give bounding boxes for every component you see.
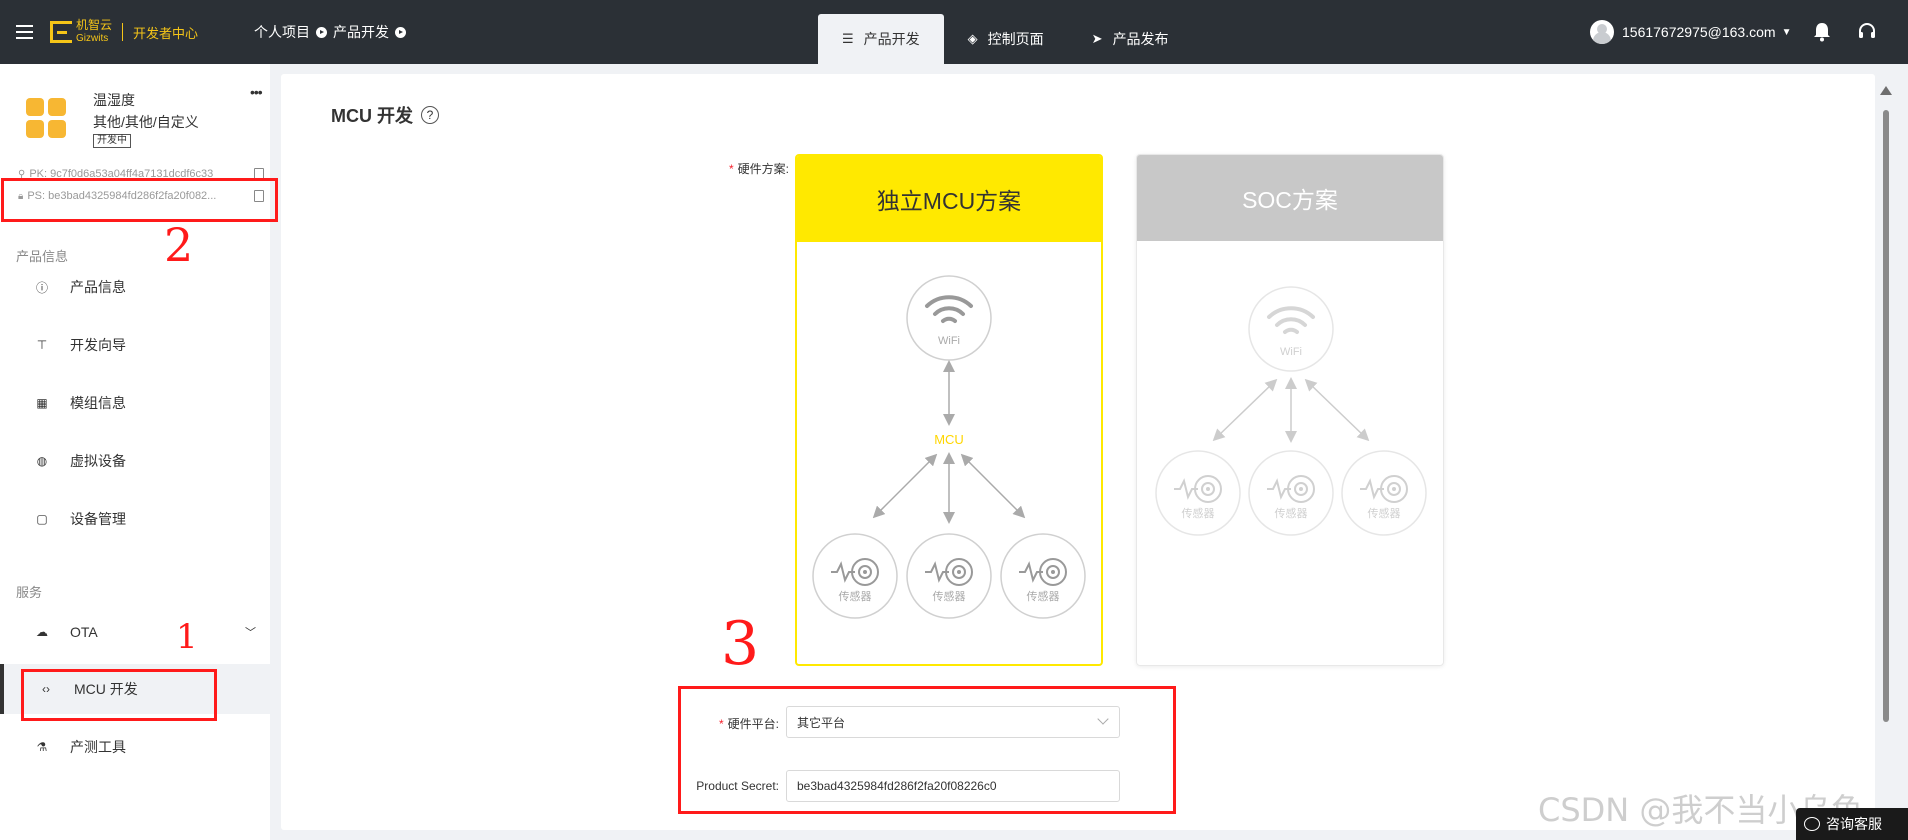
sensor-node: 传感器 — [1000, 533, 1086, 619]
soc-diagram: WiFi 传感器 传感器 传感器 — [1155, 286, 1427, 536]
tab-label: 产品发布 — [1112, 31, 1169, 47]
breadcrumb-item-projects[interactable]: 个人项目 — [254, 22, 310, 42]
consult-support-button[interactable]: 咨询客服 — [1796, 808, 1908, 840]
scroll-thumb[interactable] — [1883, 110, 1889, 722]
status-badge: 开发中 — [93, 134, 131, 148]
mcu-text: MCU — [934, 432, 964, 447]
sensor-node: 传感器 — [812, 533, 898, 619]
send-icon: ➤ — [1091, 31, 1103, 46]
sidebar-item-label: 产测工具 — [70, 739, 126, 755]
svg-text:传感器: 传感器 — [1027, 590, 1060, 603]
svg-text:传感器: 传感器 — [1275, 507, 1308, 520]
bell-icon[interactable] — [1812, 22, 1832, 42]
clipboard-icon: ▢ — [36, 512, 48, 526]
diamond-icon: ◈ — [967, 31, 978, 46]
sidebar-item-virtual-device[interactable]: ◍ 虚拟设备 — [0, 436, 270, 486]
sidebar-item-device-mgmt[interactable]: ▢ 设备管理 — [0, 494, 270, 544]
chat-icon — [1804, 817, 1820, 831]
svg-text:传感器: 传感器 — [1182, 507, 1215, 520]
svg-text:传感器: 传感器 — [933, 590, 966, 603]
section-title-service: 服务 — [16, 585, 43, 600]
wifi-text: WiFi — [938, 335, 960, 347]
sensor-node: 传感器 — [1248, 450, 1334, 536]
tab-product-release[interactable]: ➤ 产品发布 — [1068, 14, 1193, 64]
chevron-down-icon: ﹀ — [245, 627, 256, 639]
scroll-up-icon[interactable] — [1880, 86, 1892, 95]
logo[interactable]: 机智云 Gizwits 开发者中心 — [50, 19, 198, 45]
card-title: SOC方案 — [1137, 155, 1443, 241]
avatar — [1590, 20, 1614, 44]
annotation-number-2: 2 — [164, 218, 194, 272]
sidebar-item-product-info[interactable]: ⓘ 产品信息 — [0, 262, 270, 312]
annotation-box-ps — [1, 178, 278, 222]
sliders-icon: ☰ — [842, 31, 854, 46]
hw-scheme-label: * 硬件方案: — [728, 162, 789, 176]
sidebar-item-test-tool[interactable]: ⚗ 产测工具 — [0, 722, 270, 772]
page-title: MCU 开发 ? — [331, 102, 439, 128]
product-name: 温湿度 — [93, 92, 135, 108]
logo-divider — [122, 23, 124, 41]
sidebar-item-label: 虚拟设备 — [70, 453, 126, 469]
info-circle-icon: ⓘ — [35, 280, 48, 295]
annotation-box-form — [678, 686, 1176, 814]
svg-text:传感器: 传感器 — [1368, 507, 1401, 520]
card-title: 独立MCU方案 — [797, 156, 1101, 242]
gizwits-logo-icon — [50, 21, 72, 43]
logo-en: Gizwits — [76, 33, 109, 44]
tab-label: 控制页面 — [987, 31, 1044, 47]
dropdown-arrow-icon[interactable] — [316, 26, 328, 38]
dropdown-arrow-icon[interactable] — [395, 26, 407, 38]
sidebar-item-label: 模组信息 — [70, 395, 126, 411]
sensor-node: 传感器 — [906, 533, 992, 619]
sensor-node: 传感器 — [1155, 450, 1241, 536]
annotation-number-1: 1 — [176, 617, 198, 657]
menu-icon[interactable] — [0, 0, 48, 64]
sidebar-item-label: 产品信息 — [70, 279, 126, 295]
wifi-text: WiFi — [1280, 346, 1302, 358]
signpost-icon: ⊤ — [36, 338, 48, 352]
vertical-scrollbar[interactable] — [1880, 84, 1892, 830]
logo-cn: 机智云 — [76, 18, 113, 32]
main-panel: MCU 开发 ? * 硬件方案: 独立MCU方案 WiFi MCU 传感器 传感… — [281, 74, 1875, 830]
sidebar-item-dev-guide[interactable]: ⊤ 开发向导 — [0, 320, 270, 370]
sensor-node: 传感器 — [1341, 450, 1427, 536]
tab-control-page[interactable]: ◈ 控制页面 — [944, 14, 1068, 64]
mcu-diagram: WiFi MCU 传感器 传感器 传感器 — [812, 275, 1086, 619]
scheme-card-soc[interactable]: SOC方案 WiFi 传感器 传感器 传感器 — [1136, 154, 1444, 666]
user-menu[interactable]: 15617672975@163.com ▼ — [1590, 20, 1791, 44]
test-tube-icon: ⚗ — [36, 740, 48, 754]
user-email: 15617672975@163.com — [1622, 24, 1776, 40]
product-header: 温湿度 其他/其他/自定义 开发中 ••• — [0, 64, 270, 164]
consult-support-label: 咨询客服 — [1826, 816, 1882, 832]
help-icon[interactable]: ? — [421, 106, 439, 124]
sidebar-item-label: OTA — [70, 624, 98, 640]
svg-text:传感器: 传感器 — [839, 590, 872, 603]
product-category: 其他/其他/自定义 — [93, 114, 199, 130]
headset-icon[interactable] — [1857, 22, 1877, 42]
breadcrumb-item-product-dev[interactable]: 产品开发 — [333, 22, 389, 42]
tab-product-dev[interactable]: ☰ 产品开发 — [818, 14, 944, 64]
developer-center-label: 开发者中心 — [133, 25, 199, 41]
page-title-text: MCU 开发 — [331, 106, 413, 126]
main-tabs: ☰ 产品开发 ◈ 控制页面 ➤ 产品发布 — [818, 14, 1193, 64]
scheme-card-mcu[interactable]: 独立MCU方案 WiFi MCU 传感器 传感器 传感器 — [795, 154, 1103, 666]
cloud-upload-icon: ☁ — [36, 625, 48, 639]
annotation-number-3: 3 — [721, 609, 760, 679]
sidebar-item-module-info[interactable]: ▦ 模组信息 — [0, 378, 270, 428]
top-navbar: 机智云 Gizwits 开发者中心 个人项目 产品开发 ☰ 产品开发 ◈ 控制页… — [0, 0, 1908, 64]
more-icon[interactable]: ••• — [250, 84, 263, 100]
grid-icon: ▦ — [36, 396, 48, 410]
sidebar-item-label: 开发向导 — [70, 337, 126, 353]
caret-down-icon: ▼ — [1781, 26, 1792, 38]
product-icon — [26, 98, 66, 138]
sidebar-item-label: 设备管理 — [70, 511, 126, 527]
annotation-box-mcu — [21, 669, 217, 721]
tab-label: 产品开发 — [863, 31, 920, 47]
globe-icon: ◍ — [36, 454, 48, 468]
sidebar-item-ota[interactable]: ☁ OTA ﹀ — [0, 607, 270, 657]
breadcrumb: 个人项目 产品开发 — [254, 22, 412, 42]
